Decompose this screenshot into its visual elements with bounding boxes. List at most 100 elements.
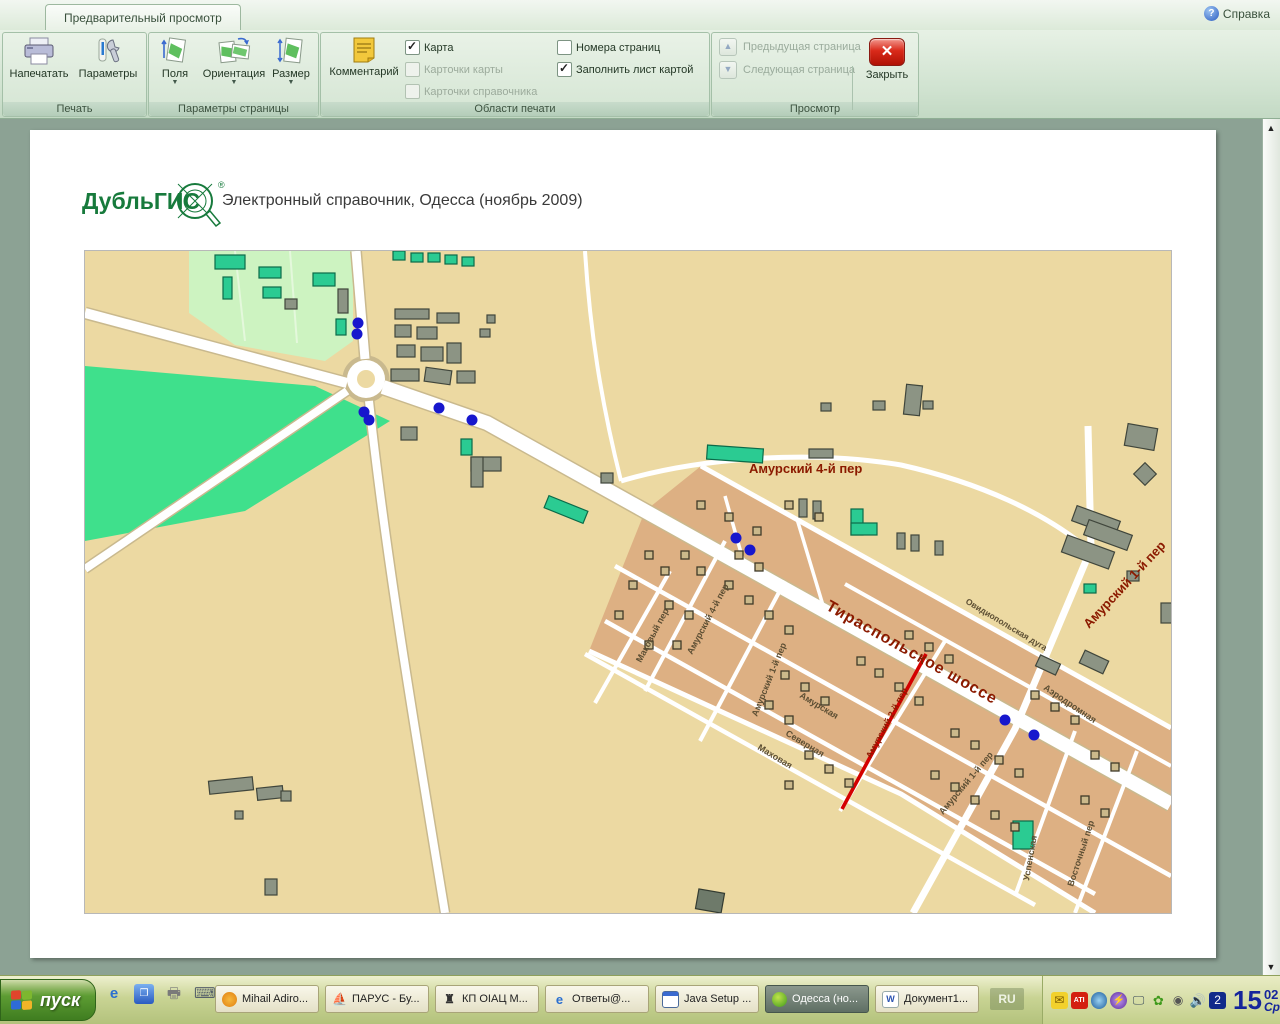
task-otvety-icon: e (552, 992, 567, 1007)
group-page-setup-label: Параметры страницы (149, 102, 318, 116)
clock-minute: 02 (1264, 988, 1280, 1001)
checkbox-map-box (405, 40, 420, 55)
task-document1[interactable]: W Документ1... (875, 985, 979, 1013)
task-mihail[interactable]: Mihail Adiro... (215, 985, 319, 1013)
volume-tray-icon[interactable]: 🔊 (1189, 992, 1206, 1009)
checkbox-map-cards-label: Карточки карты (424, 64, 503, 76)
taskbar-clock[interactable]: 15 02 Ср (1233, 987, 1280, 1013)
checkbox-ref-cards-box (405, 84, 420, 99)
checkbox-fill-sheet[interactable]: Заполнить лист картой (557, 62, 693, 77)
device-icon[interactable]: ⌨ (194, 984, 214, 1004)
margins-dropdown-arrow[interactable]: ▼ (153, 80, 197, 86)
print-button-label: Напечатать (10, 68, 69, 80)
group-print-areas-label: Области печати (321, 102, 709, 116)
orientation-button[interactable]: Ориентация ▼ (199, 36, 269, 86)
icq-tray-icon[interactable]: ✿ (1150, 992, 1167, 1009)
close-button[interactable]: ✕ Закрыть (862, 38, 912, 81)
close-button-label: Закрыть (866, 69, 908, 81)
task-java-setup-icon (662, 991, 679, 1008)
printer-tray-icon[interactable]: 🖶 (164, 984, 184, 1004)
map-view[interactable]: Амурский 4-й пер Тираспольское шоссе Аму… (84, 250, 1172, 914)
task-odessa-icon (772, 992, 787, 1007)
checkbox-ref-cards[interactable]: Карточки справочника (405, 84, 537, 99)
dublgis-logo: ДубльГИС ® (82, 178, 232, 236)
audio-device-tray-icon[interactable]: ◉ (1170, 992, 1187, 1009)
task-parus-label: ПАРУС - Бу... (352, 993, 420, 1005)
logo-text: ДубльГИС (82, 188, 200, 214)
checkbox-fill-sheet-label: Заполнить лист картой (576, 64, 693, 76)
size-dropdown-arrow[interactable]: ▼ (268, 80, 314, 86)
task-document1-icon: W (882, 991, 899, 1008)
task-odessa-label: Одесса (но... (792, 993, 858, 1005)
task-mihail-icon (222, 992, 237, 1007)
checkbox-map-cards[interactable]: Карточки карты (405, 62, 503, 77)
task-kp-oiac[interactable]: ♜ КП ОІАЦ М... (435, 985, 539, 1013)
help-label: Справка (1223, 7, 1270, 21)
orientation-dropdown-arrow[interactable]: ▼ (199, 80, 269, 86)
scroll-up-arrow[interactable]: ▲ (1265, 122, 1277, 134)
task-otvety[interactable]: e Ответы@... (545, 985, 649, 1013)
clock-hour: 15 (1233, 987, 1262, 1013)
vertical-scrollbar[interactable]: ▲ ▼ (1262, 119, 1280, 976)
prev-page-icon: ▲ (719, 38, 737, 56)
parameters-button[interactable]: Параметры (76, 36, 140, 80)
task-odessa-active[interactable]: Одесса (но... (765, 985, 869, 1013)
orientation-icon (216, 36, 252, 66)
tab-strip: Предварительный просмотр ? Справка (0, 0, 1280, 31)
start-label: пуск (40, 990, 80, 1011)
tab-print-preview[interactable]: Предварительный просмотр (45, 4, 241, 31)
task-parus[interactable]: ⛵ ПАРУС - Бу... (325, 985, 429, 1013)
task-java-setup[interactable]: Java Setup ... (655, 985, 759, 1013)
task-java-setup-label: Java Setup ... (684, 993, 751, 1005)
next-page-button[interactable]: ▼ Следующая страница (719, 61, 855, 79)
checkbox-map-label: Карта (424, 42, 453, 54)
language-indicator[interactable]: RU (990, 988, 1024, 1010)
mail-tray-icon[interactable]: ✉ (1051, 992, 1068, 1009)
view-group-separator (852, 66, 853, 110)
checkbox-map-cards-box (405, 62, 420, 77)
checkbox-page-numbers-box (557, 40, 572, 55)
print-button[interactable]: Напечатать (8, 36, 70, 80)
margins-icon (160, 36, 190, 66)
task-kp-oiac-label: КП ОІАЦ М... (462, 993, 528, 1005)
page-title: Электронный справочник, Одесса (ноябрь 2… (222, 192, 583, 210)
task-mihail-label: Mihail Adiro... (242, 993, 308, 1005)
checkbox-page-numbers[interactable]: Номера страниц (557, 40, 660, 55)
task-parus-icon: ⛵ (332, 992, 347, 1007)
margins-button[interactable]: Поля ▼ (153, 36, 197, 86)
quick-launch: e ❐ 🖶 ⌨ (104, 984, 214, 1004)
windows-logo-icon (11, 989, 33, 1011)
prev-page-label: Предыдущая страница (743, 41, 861, 53)
logo-reg-mark: ® (218, 180, 225, 190)
help-button[interactable]: ? Справка (1204, 6, 1270, 21)
app-window: Предварительный просмотр ? Справка Печат… (0, 0, 1280, 1024)
size-icon (276, 36, 306, 66)
checkbox-ref-cards-label: Карточки справочника (424, 86, 537, 98)
checkbox-page-numbers-label: Номера страниц (576, 42, 660, 54)
power-tray-icon[interactable]: ⚡ (1110, 992, 1127, 1009)
printer-icon (22, 36, 56, 66)
next-page-icon: ▼ (719, 61, 737, 79)
print-page: ДубльГИС ® Электронный справочник, Одесс… (30, 130, 1216, 958)
messenger-tray-icon[interactable] (1091, 992, 1108, 1009)
prev-page-button[interactable]: ▲ Предыдущая страница (719, 38, 861, 56)
network-tray-icon[interactable]: 🖵 (1130, 992, 1147, 1009)
parameters-button-label: Параметры (79, 68, 138, 80)
comment-button-label: Комментарий (329, 66, 398, 78)
dublgis-tray-icon[interactable]: 2 (1209, 992, 1226, 1009)
task-document1-label: Документ1... (904, 993, 968, 1005)
group-print-label: Печать (3, 102, 146, 116)
scroll-down-arrow[interactable]: ▼ (1265, 961, 1277, 973)
internet-explorer-icon[interactable]: e (104, 984, 124, 1004)
next-page-label: Следующая страница (743, 64, 855, 76)
size-button[interactable]: Размер ▼ (268, 36, 314, 86)
show-desktop-icon[interactable]: ❐ (134, 984, 154, 1004)
comment-note-icon (351, 36, 377, 64)
start-button[interactable]: пуск (0, 979, 96, 1021)
preview-area: ДубльГИС ® Электронный справочник, Одесс… (0, 119, 1280, 976)
close-icon: ✕ (869, 38, 905, 66)
tools-icon (91, 36, 125, 66)
ati-tray-icon[interactable]: ATI (1071, 992, 1088, 1009)
checkbox-map[interactable]: Карта (405, 40, 453, 55)
comment-button[interactable]: Комментарий (325, 36, 403, 78)
